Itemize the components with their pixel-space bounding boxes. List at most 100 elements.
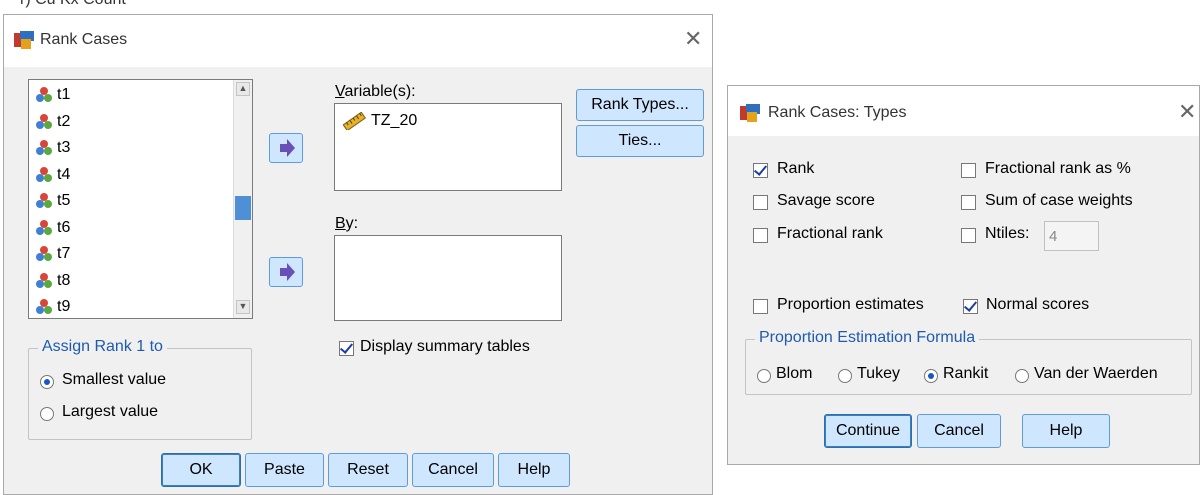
scroll-down-icon[interactable]: ▼ (236, 300, 250, 314)
background-caption: r) Cu Kx Count (20, 0, 126, 9)
variable-name: t6 (57, 218, 71, 236)
variable-name: t5 (57, 192, 71, 209)
variable-list-item[interactable]: t6 (35, 217, 70, 239)
reset-label: Reset (347, 461, 389, 478)
selected-variable-name: TZ_20 (371, 112, 418, 129)
fractional-rank-label: Fractional rank (777, 225, 883, 242)
reset-button[interactable]: Reset (328, 453, 408, 487)
nominal-variable-icon (36, 219, 52, 235)
rank-cases-title: Rank Cases (40, 31, 128, 48)
largest-value-label: Largest value (62, 403, 159, 420)
sum-weights-label: Sum of case weights (985, 192, 1133, 209)
by-mnemonic: B (335, 215, 346, 232)
close-icon[interactable]: ✕ (1178, 102, 1196, 124)
smallest-value-radio[interactable] (40, 375, 54, 389)
rank-types-title: Rank Cases: Types (768, 104, 907, 121)
scroll-up-icon[interactable]: ▲ (236, 82, 250, 96)
van-der-waerden-radio[interactable] (1015, 369, 1029, 383)
continue-button[interactable]: Continue (824, 414, 912, 448)
rank-types-titlebar: Rank Cases: Types ✕ (728, 86, 1199, 136)
scroll-thumb[interactable] (235, 196, 251, 220)
blom-radio[interactable] (757, 369, 771, 383)
variable-list-item[interactable]: t1 (35, 84, 70, 106)
variable-list-item[interactable]: t4 (35, 164, 70, 186)
ok-label: OK (189, 461, 213, 478)
target-variables-box[interactable]: TZ_20 (334, 103, 562, 191)
variable-list-item[interactable]: t7 (35, 243, 70, 265)
nominal-variable-icon (36, 272, 52, 288)
ties-button[interactable]: Ties... (576, 125, 704, 157)
nominal-variable-icon (36, 166, 52, 182)
rank-cases-titlebar: Rank Cases ✕ (4, 15, 712, 67)
variable-name: t4 (57, 165, 71, 183)
variable-name: t3 (57, 139, 71, 156)
rankit-label: Rankit (943, 365, 989, 382)
variable-name: t8 (57, 271, 71, 289)
list-scrollbar[interactable]: ▲ ▼ (233, 80, 252, 318)
normal-scores-checkbox[interactable] (963, 299, 978, 314)
variable-name: t1 (57, 86, 71, 103)
variable-list-item[interactable]: t9 (35, 296, 70, 318)
normal-scores-label: Normal scores (986, 296, 1090, 313)
sum-weights-checkbox[interactable] (961, 195, 976, 210)
smallest-value-label: Smallest value (62, 371, 167, 388)
cancel-button[interactable]: Cancel (412, 453, 494, 487)
savage-score-label: Savage score (777, 192, 875, 209)
variables-label: Variable(s): (335, 83, 416, 101)
blom-label: Blom (776, 365, 813, 382)
rankit-radio[interactable] (924, 369, 938, 383)
nominal-variable-icon (36, 299, 52, 314)
help-label: Help (517, 461, 551, 478)
paste-label: Paste (264, 461, 305, 478)
rank-cases-dialog: Rank Cases ✕ t1 t2 t3 t4 t5 t6 t7 t8 t9 ▲ ▼ Vari… (3, 14, 713, 495)
continue-label: Continue (835, 422, 901, 439)
variable-list-item[interactable]: t3 (35, 137, 70, 159)
ok-button[interactable]: OK (161, 453, 241, 487)
proportion-estimates-label: Proportion estimates (777, 296, 924, 313)
close-icon[interactable]: ✕ (684, 29, 702, 51)
variable-name: t7 (57, 245, 71, 262)
spss-app-icon (740, 104, 760, 122)
savage-score-checkbox[interactable] (753, 195, 768, 210)
ties-label: Ties... (618, 132, 662, 149)
tukey-radio[interactable] (838, 369, 852, 383)
variables-label-rest: ariable(s): (344, 83, 416, 100)
rank-types-button[interactable]: Rank Types... (576, 89, 704, 121)
spss-app-icon (14, 31, 34, 49)
move-to-variables-button[interactable] (269, 133, 303, 163)
largest-value-radio[interactable] (40, 407, 54, 421)
rank-label: Rank (777, 160, 815, 177)
van-der-waerden-label: Van der Waerden (1034, 365, 1158, 382)
display-summary-checkbox[interactable] (339, 341, 354, 356)
nominal-variable-icon (36, 246, 52, 261)
ntiles-input[interactable]: 4 (1044, 221, 1099, 251)
variable-name: t9 (57, 298, 71, 315)
selected-variable-item[interactable]: TZ_20 (341, 110, 417, 132)
types-cancel-button[interactable]: Cancel (917, 414, 1001, 448)
move-to-by-button[interactable] (269, 257, 303, 287)
ruler-scale-icon (342, 112, 367, 130)
proportion-estimates-checkbox[interactable] (753, 299, 768, 314)
variable-name: t2 (57, 112, 71, 130)
fractional-pct-checkbox[interactable] (961, 163, 976, 178)
by-variables-box[interactable] (334, 235, 562, 321)
variable-list-item[interactable]: t8 (35, 270, 70, 292)
by-label-rest: y: (345, 215, 359, 232)
rank-types-label: Rank Types... (591, 96, 689, 113)
paste-button[interactable]: Paste (245, 453, 324, 487)
variable-list-item[interactable]: t2 (35, 111, 70, 133)
types-help-button[interactable]: Help (1022, 414, 1110, 448)
ntiles-label: Ntiles: (985, 225, 1030, 242)
nominal-variable-icon (36, 87, 52, 102)
nominal-variable-icon (36, 193, 52, 208)
source-variable-list[interactable]: t1 t2 t3 t4 t5 t6 t7 t8 t9 ▲ ▼ (28, 79, 253, 319)
nominal-variable-icon (36, 113, 52, 129)
ntiles-checkbox[interactable] (961, 228, 976, 243)
help-button[interactable]: Help (498, 453, 570, 487)
by-label: By: (335, 215, 358, 233)
variable-list-item[interactable]: t5 (35, 190, 70, 212)
display-summary-label: Display summary tables (360, 338, 530, 355)
rank-checkbox[interactable] (753, 163, 768, 178)
fractional-rank-checkbox[interactable] (753, 228, 768, 243)
types-help-label: Help (1049, 422, 1083, 439)
